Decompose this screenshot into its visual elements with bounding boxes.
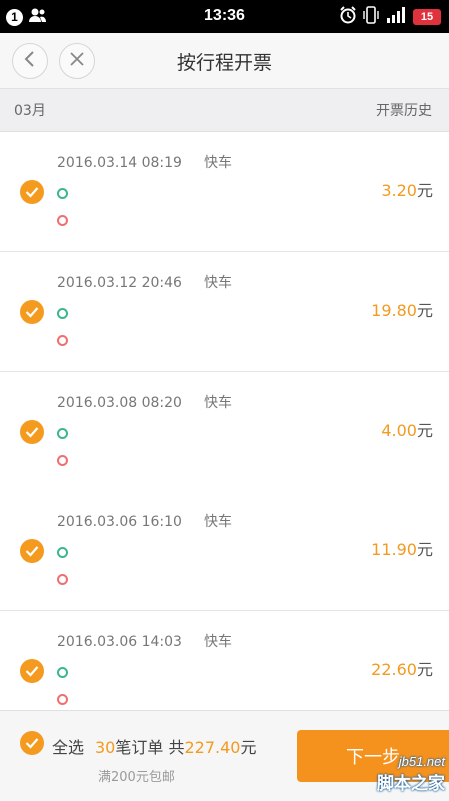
fare-amount: 19.80	[371, 301, 417, 320]
chevron-left-icon	[23, 50, 37, 72]
shipping-note: 满200元包邮	[98, 770, 175, 785]
trip-meta: 2016.03.14 08:19 快车	[57, 152, 232, 172]
total-unit: 元	[240, 738, 257, 757]
start-point-icon	[57, 667, 68, 678]
trip-type: 快车	[203, 514, 232, 530]
checkbox-checked-icon[interactable]	[20, 659, 44, 683]
start-point-icon	[57, 428, 68, 439]
start-point-icon	[57, 308, 68, 319]
trip-datetime: 2016.03.08 08:20	[57, 395, 182, 411]
trip-row[interactable]: 2016.03.06 16:10 快车 11.90元	[0, 491, 449, 611]
signal-icon	[385, 7, 407, 27]
end-point-icon	[57, 215, 68, 226]
fare-unit: 元	[416, 540, 433, 559]
trip-fare: 3.20元	[381, 177, 433, 201]
trip-fare: 11.90元	[371, 536, 433, 560]
trip-type: 快车	[203, 155, 232, 171]
fare-unit: 元	[416, 421, 433, 440]
battery-icon: 15	[413, 9, 441, 25]
fare-unit: 元	[416, 660, 433, 679]
trip-row[interactable]: 2016.03.14 08:19 快车 3.20元	[0, 132, 449, 252]
trip-datetime: 2016.03.06 16:10	[57, 514, 182, 530]
trip-datetime: 2016.03.06 14:03	[57, 634, 182, 650]
fare-amount: 3.20	[381, 181, 417, 200]
checkbox-checked-icon[interactable]	[20, 300, 44, 324]
status-bar: 1 13:36 15	[0, 0, 449, 33]
back-button[interactable]	[12, 43, 48, 79]
select-all-checkbox[interactable]	[20, 731, 44, 755]
order-summary: 30笔订单 共227.40元	[95, 734, 256, 758]
trip-fare: 19.80元	[371, 297, 433, 321]
trip-meta: 2016.03.06 16:10 快车	[57, 511, 232, 531]
trip-fare: 4.00元	[381, 417, 433, 441]
trip-row[interactable]: 2016.03.06 14:03 快车 22.60元	[0, 611, 449, 710]
alarm-icon	[339, 6, 357, 28]
month-section-header: 03月 开票历史	[0, 89, 449, 132]
nav-header: 按行程开票	[0, 33, 449, 89]
end-point-icon	[57, 694, 68, 705]
trip-meta: 2016.03.08 08:20 快车	[57, 392, 232, 412]
trip-type: 快车	[203, 395, 232, 411]
next-step-button[interactable]: 下一步	[297, 730, 449, 782]
trip-datetime: 2016.03.12 20:46	[57, 275, 182, 291]
month-label: 03月	[14, 103, 46, 119]
order-label: 笔订单 共	[115, 738, 185, 757]
end-point-icon	[57, 574, 68, 585]
trip-list[interactable]: 2016.03.14 08:19 快车 3.20元 2016.03.12 20:4…	[0, 132, 449, 710]
invoice-history-link[interactable]: 开票历史	[376, 100, 432, 120]
trip-type: 快车	[203, 634, 232, 650]
close-button[interactable]	[59, 43, 95, 79]
end-point-icon	[57, 335, 68, 346]
trip-type: 快车	[203, 275, 232, 291]
checkbox-checked-icon[interactable]	[20, 539, 44, 563]
checkbox-checked-icon[interactable]	[20, 180, 44, 204]
trip-meta: 2016.03.12 20:46 快车	[57, 272, 232, 292]
select-all-label[interactable]: 全选	[52, 734, 84, 758]
checkmark-icon	[25, 738, 39, 749]
trip-datetime: 2016.03.14 08:19	[57, 155, 182, 171]
end-point-icon	[57, 455, 68, 466]
close-icon	[69, 51, 85, 71]
start-point-icon	[57, 188, 68, 199]
vibrate-icon	[363, 6, 379, 28]
fare-unit: 元	[416, 301, 433, 320]
order-count: 30	[95, 738, 116, 757]
fare-amount: 11.90	[371, 540, 417, 559]
checkbox-checked-icon[interactable]	[20, 420, 44, 444]
total-amount: 227.40	[184, 738, 241, 757]
bottom-action-bar: 全选 30笔订单 共227.40元 满200元包邮 下一步	[0, 710, 449, 801]
trip-row[interactable]: 2016.03.08 08:20 快车 4.00元	[0, 372, 449, 492]
trip-fare: 22.60元	[371, 656, 433, 680]
start-point-icon	[57, 547, 68, 558]
trip-row[interactable]: 2016.03.12 20:46 快车 19.80元	[0, 252, 449, 372]
fare-unit: 元	[416, 181, 433, 200]
trip-meta: 2016.03.06 14:03 快车	[57, 631, 232, 651]
fare-amount: 22.60	[371, 660, 417, 679]
fare-amount: 4.00	[381, 421, 417, 440]
